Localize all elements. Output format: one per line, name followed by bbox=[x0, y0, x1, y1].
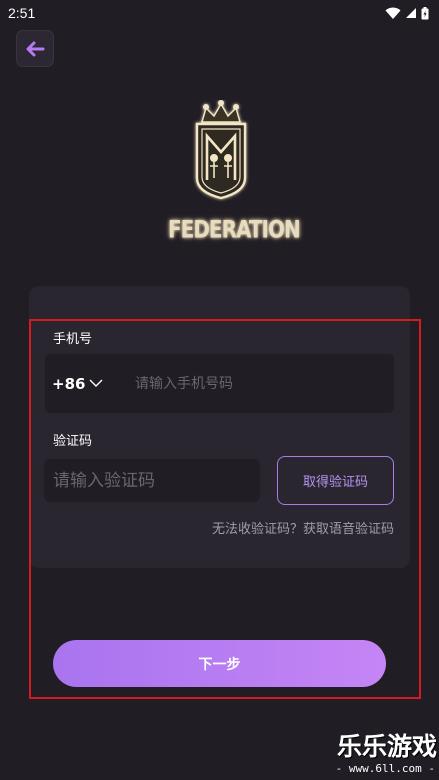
status-icons bbox=[385, 6, 429, 20]
battery-icon bbox=[421, 6, 429, 19]
watermark-title: 乐乐游戏 bbox=[336, 732, 437, 761]
watermark-url: - www.6ll.com - bbox=[335, 762, 435, 775]
brand-wordmark: FEDERATION bbox=[162, 212, 301, 246]
status-time: 2:51 bbox=[8, 5, 36, 21]
wifi-icon bbox=[385, 7, 401, 19]
back-button[interactable] bbox=[16, 30, 54, 67]
arrow-left-icon bbox=[26, 41, 45, 56]
watermark: 乐乐游戏 - www.6ll.com - bbox=[327, 732, 437, 778]
status-bar: 2:51 bbox=[0, 0, 439, 26]
brand-name: FEDERATION bbox=[168, 214, 301, 244]
signal-icon bbox=[406, 8, 416, 18]
next-button[interactable]: 下一步 bbox=[53, 640, 386, 687]
